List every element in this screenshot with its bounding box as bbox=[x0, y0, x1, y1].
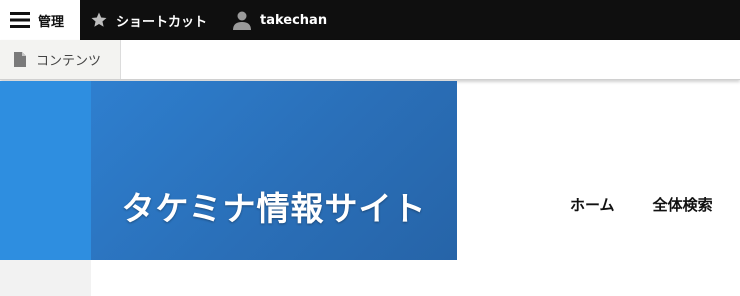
sidebar-accent bbox=[0, 81, 91, 260]
star-icon bbox=[90, 11, 108, 29]
nav-search-link[interactable]: 全体検索 bbox=[653, 194, 713, 215]
tray-content-label: コンテンツ bbox=[36, 54, 102, 69]
hamburger-menu-icon bbox=[10, 12, 30, 28]
site-branding: タケミナ情報サイト bbox=[91, 81, 457, 260]
user-icon bbox=[232, 10, 252, 30]
sidebar-region bbox=[0, 260, 91, 296]
toolbar-manage-tab[interactable]: 管理 bbox=[0, 0, 80, 40]
file-icon bbox=[14, 52, 26, 67]
toolbar-shortcuts-tab[interactable]: ショートカット bbox=[80, 0, 220, 40]
site-name-link[interactable]: タケミナ情報サイト bbox=[91, 182, 457, 230]
toolbar-shortcuts-label: ショートカット bbox=[116, 14, 208, 30]
nav-home-link[interactable]: ホーム bbox=[570, 194, 615, 215]
main-navigation: ホーム 全体検索 bbox=[570, 194, 713, 215]
admin-toolbar: 管理 ショートカット takechan bbox=[0, 0, 740, 40]
toolbar-user-label: takechan bbox=[260, 12, 328, 28]
toolbar-user-tab[interactable]: takechan bbox=[220, 0, 327, 40]
toolbar-tray: コンテンツ bbox=[0, 40, 740, 80]
toolbar-manage-label: 管理 bbox=[38, 14, 65, 30]
tray-content-link[interactable]: コンテンツ bbox=[0, 40, 121, 79]
